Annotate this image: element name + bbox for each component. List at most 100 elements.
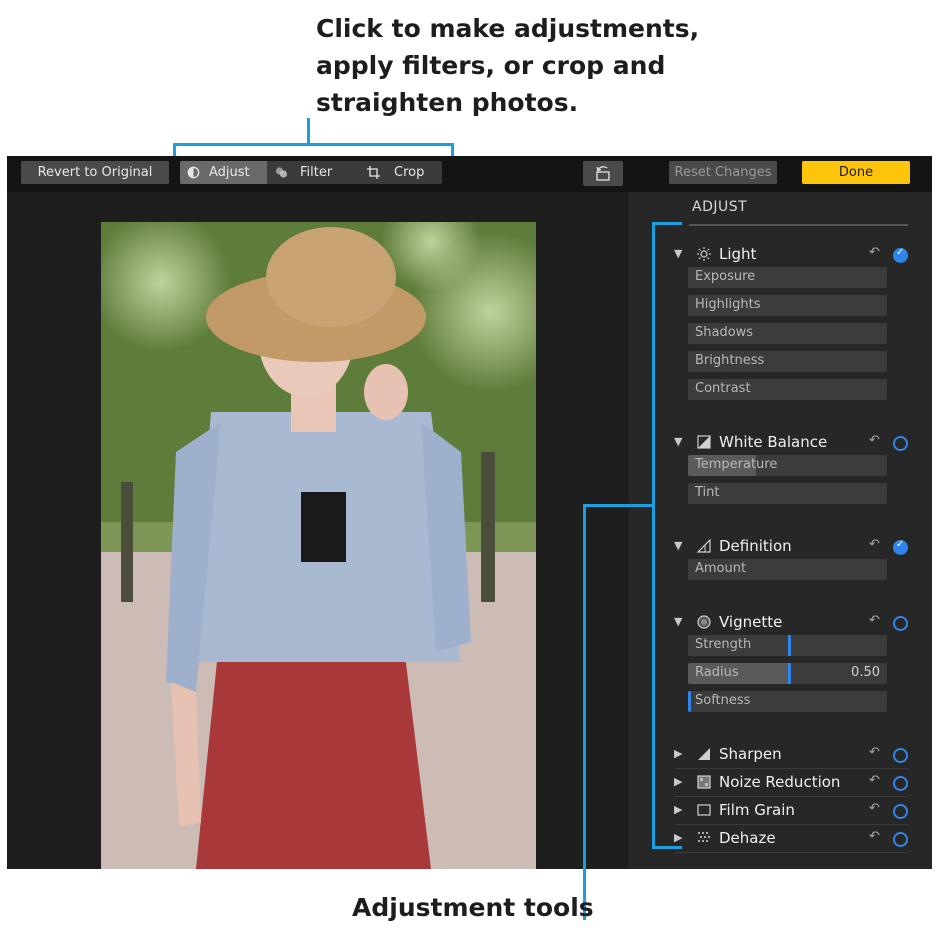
undo-icon[interactable]: ↶ [869,613,880,628]
divider [689,224,908,226]
filter-icon [274,165,289,180]
slider-label: Temperature [695,457,778,472]
enabled-check-icon[interactable] [893,247,908,263]
reset-changes-button[interactable]: Reset Changes [669,161,777,184]
tab-adjust[interactable]: Adjust [180,161,267,184]
slider-thumb[interactable] [688,691,691,712]
toolbar: Revert to Original Adjust Filter Crop Re… [7,156,932,192]
undo-icon[interactable]: ↶ [869,829,880,844]
section-name: Film Grain [719,801,795,819]
slider-softness[interactable]: Softness [688,691,887,712]
undo-icon[interactable]: ↶ [869,801,880,816]
undo-icon[interactable]: ↶ [869,245,880,260]
slider-exposure[interactable]: Exposure [688,267,887,288]
crop-icon [366,165,381,180]
top-callout-line-2: apply filters, or crop and [316,51,666,80]
photo-editor-window: Revert to Original Adjust Filter Crop Re… [7,156,932,869]
disclosure-collapsed-icon[interactable]: ▶ [674,747,682,760]
section-noize-reduction[interactable]: ▶ Noize Reduction ↶ [674,772,914,796]
photo-canvas[interactable] [101,222,536,869]
mode-segmented-control: Adjust Filter Crop [180,161,442,184]
disclosure-expanded-icon[interactable]: ▼ [674,247,682,260]
section-name: Definition [719,537,792,555]
section-divider [674,852,909,853]
sun-icon [696,246,712,262]
disclosure-expanded-icon[interactable]: ▼ [674,539,682,552]
section-white-balance[interactable]: ▼ White Balance ↶ [674,432,914,456]
section-name: Noize Reduction [719,773,841,791]
tab-crop[interactable]: Crop [354,161,442,184]
disabled-circle-icon[interactable] [893,748,908,763]
slider-brightness[interactable]: Brightness [688,351,887,372]
section-definition[interactable]: ▼ Definition ↶ [674,536,914,560]
slider-label: Tint [695,485,720,500]
disabled-circle-icon[interactable] [893,804,908,819]
slider-radius[interactable]: Radius 0.50 [688,663,887,684]
revert-to-original-button[interactable]: Revert to Original [21,161,169,184]
section-vignette[interactable]: ▼ Vignette ↶ [674,612,914,636]
callout-line [583,504,654,507]
slider-thumb[interactable] [787,663,791,684]
section-dehaze[interactable]: ▶ Dehaze ↶ [674,828,914,852]
section-name: Dehaze [719,829,776,847]
bottom-callout: Adjustment tools [352,893,594,922]
top-callout-line-3: straighten photos. [316,88,579,117]
done-button[interactable]: Done [802,161,910,184]
top-callout: Click to make adjustments, apply filters… [316,10,716,121]
tab-adjust-label: Adjust [209,165,250,180]
undo-icon[interactable]: ↶ [869,433,880,448]
slider-strength[interactable]: Strength [688,635,887,656]
undo-icon[interactable]: ↶ [869,773,880,788]
slider-thumb[interactable] [787,635,791,656]
enabled-check-icon[interactable] [893,539,908,555]
slider-tint[interactable]: Tint [688,483,887,504]
section-name: Sharpen [719,745,782,763]
callout-line [652,846,682,849]
vignette-icon [696,614,712,630]
disclosure-expanded-icon[interactable]: ▼ [674,615,682,628]
section-divider [674,796,909,797]
disabled-circle-icon[interactable] [893,776,908,791]
undo-icon[interactable]: ↶ [869,745,880,760]
slider-amount[interactable]: Amount [688,559,887,580]
callout-line [652,222,682,225]
undo-icon[interactable]: ↶ [869,537,880,552]
slider-shadows[interactable]: Shadows [688,323,887,344]
section-sharpen[interactable]: ▶ Sharpen ↶ [674,744,914,768]
slider-label: Exposure [695,269,756,284]
tab-filter-label: Filter [300,165,333,180]
adjust-panel: ADJUST ▼ Light ↶ Exposure Highlights Shadows B… [629,192,932,869]
slider-highlights[interactable]: Highlights [688,295,887,316]
disclosure-collapsed-icon[interactable]: ▶ [674,775,682,788]
disabled-circle-icon[interactable] [893,616,908,631]
slider-contrast[interactable]: Contrast [688,379,887,400]
definition-icon [696,538,712,554]
slider-temperature[interactable]: Temperature [688,455,887,476]
noise-reduction-icon [696,774,712,790]
tab-filter[interactable]: Filter [267,161,354,184]
section-light[interactable]: ▼ Light ↶ [674,244,914,268]
panel-title: ADJUST [692,199,748,215]
rotate-button[interactable] [583,161,623,186]
slider-label: Amount [695,561,747,576]
callout-line [652,222,655,849]
film-grain-icon [696,802,712,818]
slider-label: Softness [695,693,751,708]
section-film-grain[interactable]: ▶ Film Grain ↶ [674,800,914,824]
disclosure-collapsed-icon[interactable]: ▶ [674,803,682,816]
slider-label: Radius [695,665,739,680]
disabled-circle-icon[interactable] [893,436,908,451]
tab-crop-label: Crop [394,165,425,180]
disclosure-expanded-icon[interactable]: ▼ [674,435,682,448]
top-callout-line-1: Click to make adjustments, [316,14,700,43]
callout-line [307,118,310,144]
slider-label: Strength [695,637,752,652]
photo-image [101,222,536,869]
section-name: Vignette [719,613,783,631]
disabled-circle-icon[interactable] [893,832,908,847]
sharpen-icon [696,746,712,762]
section-divider [674,768,909,769]
rotate-icon [594,166,612,185]
white-balance-icon [696,434,712,450]
disclosure-collapsed-icon[interactable]: ▶ [674,831,682,844]
